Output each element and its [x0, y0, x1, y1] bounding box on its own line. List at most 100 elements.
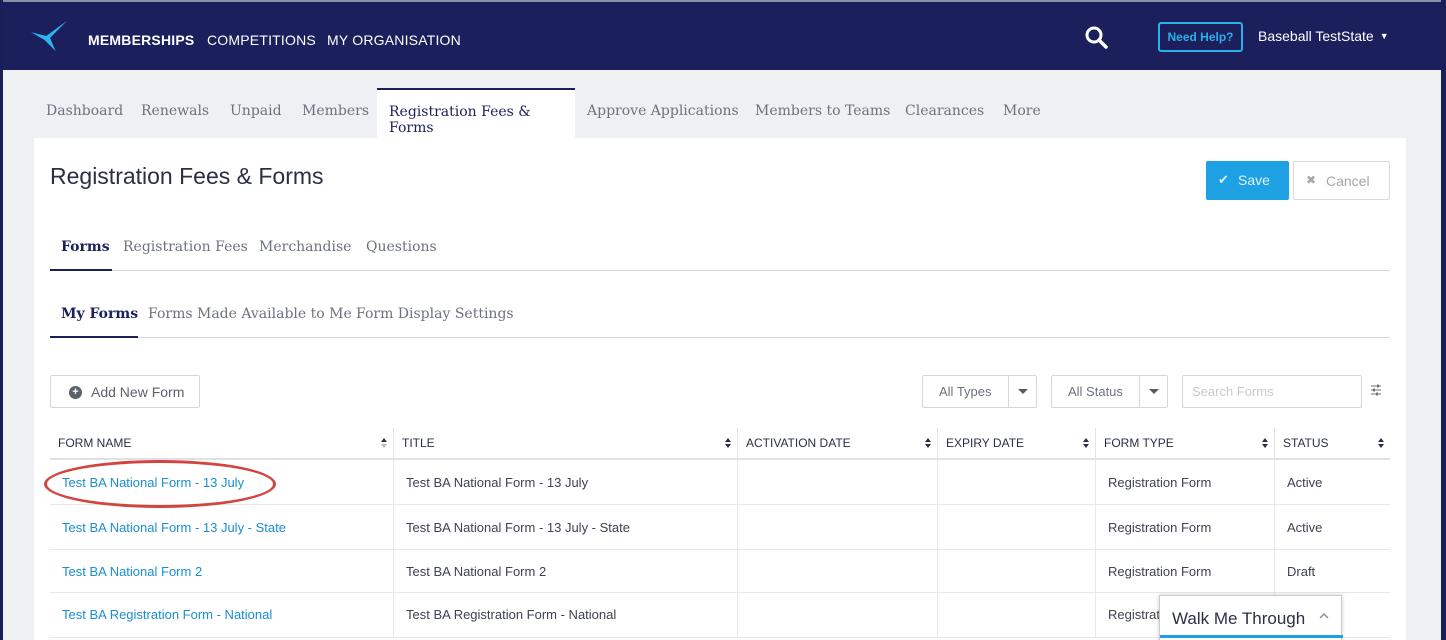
star-logo-icon[interactable] — [31, 18, 69, 54]
column-header-form-name[interactable]: FORM NAME — [50, 428, 394, 458]
tab-forms[interactable]: Forms — [61, 239, 110, 255]
column-label: ACTIVATION DATE — [746, 436, 851, 450]
status-text: Active — [1287, 475, 1323, 490]
form-tabs: My Forms Forms Made Available to Me Form… — [50, 300, 1390, 338]
sort-icon — [381, 438, 387, 450]
table-row: Test BA National Form 2 Test BA National… — [50, 550, 1390, 593]
expiry-date-cell — [938, 460, 1096, 504]
type-filter-value: All Types — [939, 384, 992, 399]
column-header-status[interactable]: STATUS — [1275, 428, 1390, 458]
form-type-text: Registration Form — [1108, 564, 1212, 579]
type-filter-select[interactable]: All Types — [922, 375, 1037, 408]
column-header-expiry-date[interactable]: EXPIRY DATE — [938, 428, 1096, 458]
form-type-cell: Registration Form — [1096, 460, 1275, 504]
form-name-link[interactable]: Test BA National Form 2 — [62, 564, 202, 579]
tab-clearances[interactable]: Clearances — [905, 103, 984, 119]
tab-unpaid[interactable]: Unpaid — [230, 103, 282, 119]
tab-form-display-settings[interactable]: Form Display Settings — [356, 306, 514, 322]
form-name-link[interactable]: Test BA Registration Form - National — [62, 607, 272, 622]
form-type-text: Registration Form — [1108, 475, 1212, 490]
column-label: FORM NAME — [58, 436, 132, 450]
expiry-date-cell — [938, 550, 1096, 592]
column-header-activation-date[interactable]: ACTIVATION DATE — [738, 428, 938, 458]
activation-date-cell — [738, 460, 938, 504]
active-tab-underline — [50, 336, 138, 338]
tab-members-to-teams[interactable]: Members to Teams — [755, 103, 890, 119]
status-filter-select[interactable]: All Status — [1051, 375, 1168, 408]
status-filter-value: All Status — [1068, 384, 1123, 399]
form-type-text: Registrat — [1108, 607, 1161, 622]
title-cell: Test BA National Form - 13 July - State — [394, 505, 738, 549]
top-navbar: MEMBERSHIPS COMPETITIONS MY ORGANISATION… — [3, 0, 1441, 70]
form-type-cell: Registration Form — [1096, 550, 1275, 592]
tab-label: Registration Fees & Forms — [389, 104, 531, 136]
chevron-up-icon[interactable] — [1318, 611, 1330, 621]
tab-forms-made-available[interactable]: Forms Made Available to Me — [148, 306, 352, 322]
expiry-date-cell — [938, 505, 1096, 549]
column-header-form-type[interactable]: FORM TYPE — [1096, 428, 1275, 458]
save-button[interactable]: ✔ Save — [1206, 161, 1289, 200]
title-text: Test BA National Form - 13 July - State — [406, 520, 630, 535]
tab-questions[interactable]: Questions — [366, 239, 437, 255]
nav-competitions[interactable]: COMPETITIONS — [207, 32, 316, 48]
cancel-button[interactable]: ✖ Cancel — [1293, 161, 1390, 200]
add-new-form-button[interactable]: + Add New Form — [50, 375, 200, 408]
search-forms-input[interactable] — [1182, 375, 1362, 408]
caret-down-icon: ▼ — [1379, 31, 1389, 41]
need-help-button[interactable]: Need Help? — [1158, 22, 1243, 52]
tab-my-forms[interactable]: My Forms — [61, 306, 138, 322]
sort-icon — [1262, 438, 1268, 450]
active-tab-underline — [50, 269, 112, 271]
sort-icon — [1378, 438, 1384, 450]
tab-registration-fees-forms[interactable]: Registration Fees & Forms — [377, 88, 575, 139]
title-cell: Test BA National Form - 13 July — [394, 460, 738, 504]
tab-registration-fees[interactable]: Registration Fees — [123, 239, 248, 255]
tab-approve-applications[interactable]: Approve Applications — [587, 103, 739, 119]
user-name: Baseball TestState — [1258, 28, 1374, 44]
plus-circle-icon: + — [69, 386, 82, 399]
status-cell: Active — [1275, 460, 1390, 504]
form-name-link[interactable]: Test BA National Form - 13 July - State — [62, 520, 286, 535]
sort-icon — [925, 438, 931, 450]
app-window: MEMBERSHIPS COMPETITIONS MY ORGANISATION… — [3, 0, 1441, 640]
chevron-down-icon — [1139, 376, 1167, 407]
activation-date-cell — [738, 593, 938, 637]
activation-date-cell — [738, 550, 938, 592]
title-cell: Test BA National Form 2 — [394, 550, 738, 592]
tab-members[interactable]: Members — [302, 103, 369, 119]
main-panel: Registration Fees & Forms ✔ Save ✖ Cance… — [34, 138, 1406, 640]
column-label: STATUS — [1283, 436, 1329, 450]
nav-my-organisation[interactable]: MY ORGANISATION — [327, 32, 461, 48]
search-icon[interactable] — [1084, 25, 1108, 49]
sliders-icon[interactable] — [1370, 384, 1382, 396]
column-label: FORM TYPE — [1104, 436, 1174, 450]
nav-memberships[interactable]: MEMBERSHIPS — [88, 32, 194, 48]
tab-more[interactable]: More — [1003, 103, 1041, 119]
membership-subnav: Dashboard Renewals Unpaid Members Regist… — [3, 70, 1441, 139]
sort-icon — [725, 438, 731, 450]
status-text: Draft — [1287, 564, 1316, 579]
highlight-ellipse — [44, 460, 276, 508]
form-name-cell[interactable]: Test BA National Form 2 — [50, 550, 394, 592]
close-icon: ✖ — [1306, 173, 1317, 187]
title-text: Test BA Registration Form - National — [406, 607, 617, 622]
expiry-date-cell — [938, 593, 1096, 637]
tab-merchandise[interactable]: Merchandise — [259, 239, 351, 255]
column-header-title[interactable]: TITLE — [394, 428, 738, 458]
form-name-cell[interactable]: Test BA National Form - 13 July - State — [50, 505, 394, 549]
form-type-cell: Registration Form — [1096, 505, 1275, 549]
column-label: EXPIRY DATE — [946, 436, 1025, 450]
walk-me-through-widget[interactable]: Walk Me Through — [1159, 595, 1343, 640]
column-label: TITLE — [402, 436, 435, 450]
save-label: Save — [1238, 172, 1270, 188]
user-menu[interactable]: Baseball TestState ▼ — [1258, 28, 1389, 44]
tab-dashboard[interactable]: Dashboard — [46, 103, 123, 119]
cancel-label: Cancel — [1326, 173, 1370, 189]
tab-renewals[interactable]: Renewals — [141, 103, 209, 119]
section-tabs: Forms Registration Fees Merchandise Ques… — [50, 233, 1390, 271]
form-name-cell[interactable]: Test BA Registration Form - National — [50, 593, 394, 637]
status-text: Active — [1287, 520, 1323, 535]
status-cell: Active — [1275, 505, 1390, 549]
walk-me-through-label: Walk Me Through — [1172, 609, 1306, 628]
widget-accent-bar — [1160, 635, 1343, 638]
